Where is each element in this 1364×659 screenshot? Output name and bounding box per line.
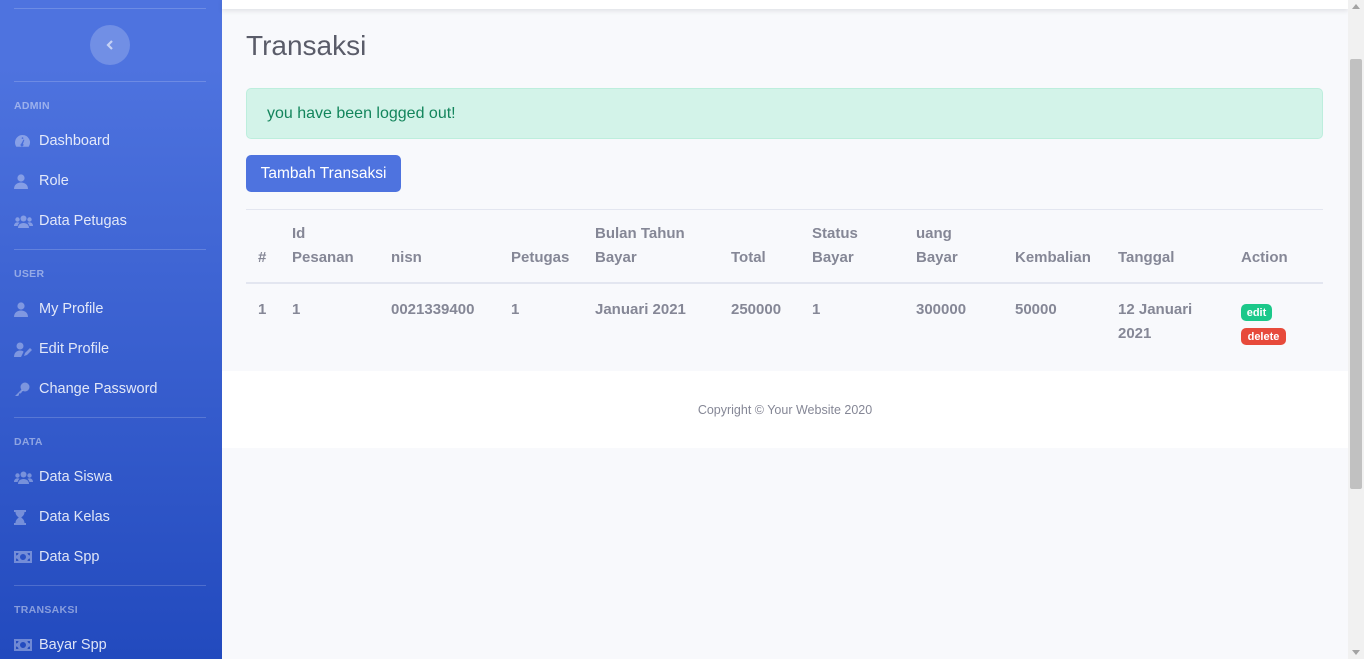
scrollbar[interactable] <box>1348 0 1364 659</box>
sidebar-item-label: Data Siswa <box>39 469 113 485</box>
cell-uang-bayar: 300000 <box>916 301 967 318</box>
sidebar-divider <box>14 249 206 250</box>
copyright-text: Copyright © Your Website 2020 <box>697 402 873 417</box>
cell-tanggal: 12 Januari 2021 <box>1118 301 1193 342</box>
column-header-tanggal: Tanggal <box>1118 249 1175 266</box>
chevron-left-icon <box>106 40 113 50</box>
cell-status: 1 <box>812 301 821 318</box>
sidebar-divider <box>14 81 206 82</box>
users-icon <box>14 469 39 485</box>
cell-bulan-tahun: Januari 2021 <box>595 301 686 318</box>
sidebar-item-label: Data Petugas <box>39 213 127 229</box>
sidebar-item-bayar-spp[interactable]: Bayar Spp <box>14 634 107 656</box>
add-transaction-button[interactable]: Tambah Transaksi <box>246 155 401 192</box>
sidebar-heading-user: User <box>14 268 45 280</box>
delete-button[interactable]: delete <box>1241 328 1286 345</box>
sidebar-item-dashboard[interactable]: Dashboard <box>14 130 110 152</box>
cell-no: 1 <box>258 301 267 318</box>
sidebar-item-change-password[interactable]: Change Password <box>14 378 158 400</box>
sidebar-item-label: Change Password <box>39 381 158 397</box>
column-header-id-pesanan: Id Pesanan <box>292 225 354 266</box>
cell-kembalian: 50000 <box>1015 301 1057 318</box>
hourglass-icon <box>14 509 39 525</box>
users-icon <box>14 213 39 229</box>
alert-success: you have been logged out! <box>246 88 1323 139</box>
sidebar-divider <box>14 8 206 9</box>
table-row: 1 1 0021339400 1 Januari 2021 250000 1 3… <box>246 284 1323 364</box>
edit-button[interactable]: edit <box>1241 304 1272 321</box>
column-header-no: # <box>258 249 267 266</box>
column-header-status-bayar: Status Bayar <box>812 225 858 266</box>
scroll-up-icon[interactable] <box>1352 4 1360 9</box>
sidebar-item-role[interactable]: Role <box>14 170 69 192</box>
cell-total: 250000 <box>731 301 782 318</box>
sidebar-item-label: My Profile <box>39 301 104 317</box>
sidebar-item-label: Dashboard <box>39 133 110 149</box>
page-title: Transaksi <box>246 30 367 61</box>
column-header-petugas: Petugas <box>511 249 570 266</box>
cell-petugas: 1 <box>511 301 520 318</box>
scrollbar-thumb[interactable] <box>1350 59 1362 489</box>
transactions-table: # Id Pesanan nisn Petugas Bulan Tahun Baya… <box>246 209 1323 364</box>
column-header-bulan-tahun-bayar: Bulan Tahun Bayar <box>595 225 685 266</box>
sidebar-item-data-spp[interactable]: Data Spp <box>14 546 99 568</box>
sidebar-item-data-kelas[interactable]: Data Kelas <box>14 506 110 528</box>
column-header-uang-bayar: uang Bayar <box>916 225 958 266</box>
sidebar-heading-data: Data <box>14 436 43 448</box>
user-icon <box>14 301 39 317</box>
sidebar-divider <box>14 417 206 418</box>
sidebar-item-label: Data Spp <box>39 549 100 565</box>
user-edit-icon <box>14 341 39 357</box>
footer: Copyright © Your Website 2020 <box>222 371 1348 448</box>
money-bill-icon <box>14 549 39 565</box>
column-header-kembalian: Kembalian <box>1015 249 1091 266</box>
sidebar: Admin Dashboard Role Data Petugas User M… <box>0 0 222 659</box>
scroll-down-icon[interactable] <box>1352 650 1360 655</box>
cell-nisn: 0021339400 <box>391 301 475 318</box>
topbar <box>222 0 1348 9</box>
column-header-action: Action <box>1241 249 1288 266</box>
user-icon <box>14 173 39 189</box>
sidebar-item-edit-profile[interactable]: Edit Profile <box>14 338 109 360</box>
sidebar-toggle-button[interactable] <box>90 25 130 65</box>
cell-id-pesanan: 1 <box>292 301 301 318</box>
sidebar-item-label: Bayar Spp <box>39 637 107 653</box>
table-header: # Id Pesanan nisn Petugas Bulan Tahun Baya… <box>246 210 1323 284</box>
tachometer-icon <box>14 133 39 149</box>
sidebar-item-data-siswa[interactable]: Data Siswa <box>14 466 112 488</box>
sidebar-item-label: Edit Profile <box>39 341 110 357</box>
column-header-nisn: nisn <box>391 249 422 266</box>
key-icon <box>14 381 39 397</box>
column-header-total: Total <box>731 249 766 266</box>
sidebar-heading-admin: Admin <box>14 100 50 112</box>
sidebar-item-data-petugas[interactable]: Data Petugas <box>14 210 127 232</box>
sidebar-divider <box>14 585 206 586</box>
money-bill-icon <box>14 637 39 653</box>
sidebar-heading-transaksi: Transaksi <box>14 604 78 616</box>
sidebar-item-my-profile[interactable]: My Profile <box>14 298 103 320</box>
sidebar-item-label: Role <box>39 173 69 189</box>
alert-message: you have been logged out! <box>267 104 456 122</box>
sidebar-item-label: Data Kelas <box>39 509 110 525</box>
